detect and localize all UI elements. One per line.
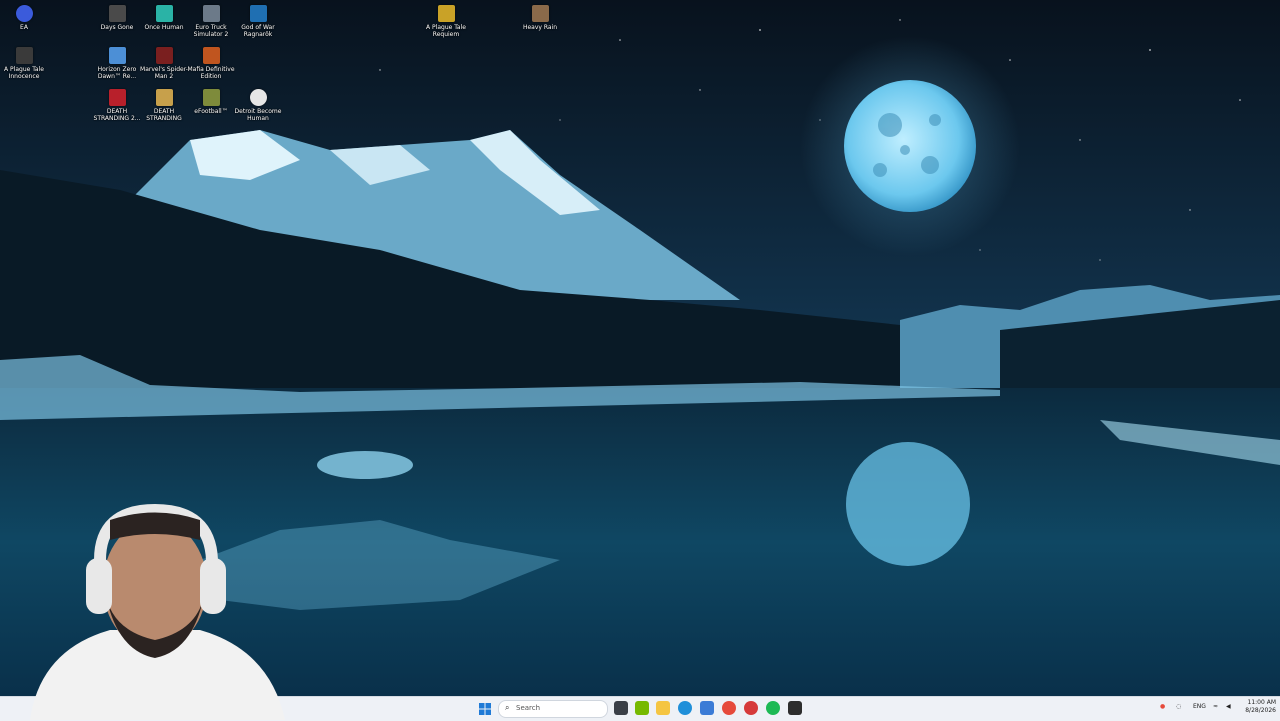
desktop-icon-efootball[interactable]: eFootball™ xyxy=(187,86,235,128)
plague-tale-innocence-icon xyxy=(15,47,33,64)
chrome-icon[interactable] xyxy=(722,701,736,715)
desktop-icon-death-stranding-dc[interactable]: DEATH STRANDING DI... xyxy=(140,86,188,128)
spotify-icon[interactable] xyxy=(766,701,780,715)
god-of-war-icon xyxy=(249,5,267,22)
tray-chrome-icon[interactable]: ● xyxy=(1160,703,1165,710)
death-stranding-2-icon xyxy=(108,89,126,106)
start-button[interactable] xyxy=(478,701,492,715)
desktop-icon-euro-truck[interactable]: Euro Truck Simulator 2 xyxy=(187,2,235,44)
mafia-icon xyxy=(202,47,220,64)
tray-language[interactable]: ENG xyxy=(1193,703,1206,710)
tray-wifi-icon[interactable]: ≈ xyxy=(1213,703,1218,710)
desktop-icon-label: DEATH STRANDING DI... xyxy=(146,108,182,122)
desktop-icon-label: God of War Ragnarök xyxy=(241,24,275,38)
search-placeholder: Search xyxy=(516,704,541,712)
app-red-icon[interactable] xyxy=(744,701,758,715)
file-explorer-icon[interactable] xyxy=(656,701,670,715)
death-stranding-dc-icon xyxy=(155,89,173,106)
desktop-icon-label: A Plague Tale Requiem xyxy=(426,24,466,38)
app-dark-icon[interactable] xyxy=(788,701,802,715)
desktop-icon-label: A Plague Tale Innocence xyxy=(4,66,44,80)
detroit-icon xyxy=(249,89,267,106)
ea-icon xyxy=(15,5,33,22)
desktop-icon-label: EA xyxy=(20,24,28,31)
days-gone-icon xyxy=(108,5,126,22)
desktop-icon-label: Days Gone xyxy=(100,24,134,31)
edge-icon[interactable] xyxy=(678,701,692,715)
desktop-icon-label: Horizon Zero Dawn™ Re... xyxy=(97,66,137,80)
desktop-icon-days-gone[interactable]: Days Gone xyxy=(93,2,141,44)
spider-man-icon xyxy=(155,47,173,64)
desktop-icon-label: Heavy Rain xyxy=(522,24,558,31)
plague-tale-requiem-icon xyxy=(437,5,455,22)
tray-volume-icon[interactable]: ◀ xyxy=(1226,703,1231,710)
clock-date: 8/28/2026 xyxy=(1245,707,1276,714)
desktop-icon-label: Euro Truck Simulator 2 xyxy=(193,24,229,38)
desktop-icon-heavy-rain[interactable]: Heavy Rain xyxy=(516,2,564,44)
heavy-rain-icon xyxy=(531,5,549,22)
desktop-icon-label: Once Human xyxy=(144,24,184,31)
search-icon: ⌕ xyxy=(505,703,510,712)
desktop-icon-horizon[interactable]: Horizon Zero Dawn™ Re... xyxy=(93,44,141,86)
desktop-icon-mafia[interactable]: Mafia Definitive Edition xyxy=(187,44,235,86)
nvidia-icon[interactable] xyxy=(635,701,649,715)
desktop-icon-label: Mafia Definitive Edition xyxy=(187,66,235,80)
euro-truck-icon xyxy=(202,5,220,22)
webcam-overlay xyxy=(30,503,285,720)
desktop-icon-label: Marvel's Spider-Man 2 xyxy=(140,66,188,80)
clock-time: 11:00 AM xyxy=(1247,699,1276,706)
desktop-icon-plague-tale-innocence[interactable]: A Plague Tale Innocence xyxy=(0,44,48,86)
desktop-icon-death-stranding-2[interactable]: DEATH STRANDING 2... xyxy=(93,86,141,128)
horizon-icon xyxy=(108,47,126,64)
windows-icon xyxy=(479,703,491,715)
desktop-icon-detroit[interactable]: Detroit Become Human xyxy=(234,86,282,128)
tray-network-icon[interactable]: ◌ xyxy=(1176,703,1181,710)
desktop-icon-spider-man[interactable]: Marvel's Spider-Man 2 xyxy=(140,44,188,86)
taskbar-search[interactable]: ⌕ Search xyxy=(498,700,608,718)
desktop-icon-label: Detroit Become Human xyxy=(234,108,282,122)
store-icon[interactable] xyxy=(700,701,714,715)
desktop-icon-label: DEATH STRANDING 2... xyxy=(93,108,141,122)
desktop-icon-ea[interactable]: EA xyxy=(0,2,48,44)
taskbar-clock[interactable]: 11:00 AM 8/28/2026 xyxy=(1236,699,1276,715)
once-human-icon xyxy=(155,5,173,22)
efootball-icon xyxy=(202,89,220,106)
desktop-icon-once-human[interactable]: Once Human xyxy=(140,2,188,44)
desktop-icon-plague-tale-requiem[interactable]: A Plague Tale Requiem xyxy=(422,2,470,44)
task-view-icon[interactable] xyxy=(614,701,628,715)
desktop-icon-god-of-war[interactable]: God of War Ragnarök xyxy=(234,2,282,44)
desktop-icon-label: eFootball™ xyxy=(194,108,228,115)
